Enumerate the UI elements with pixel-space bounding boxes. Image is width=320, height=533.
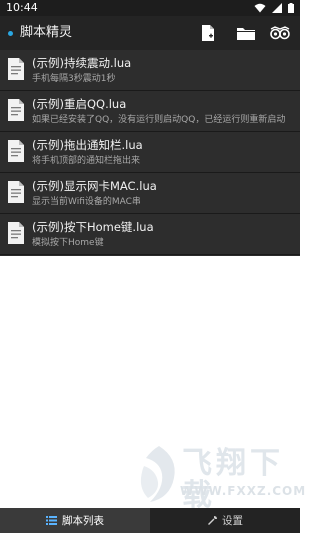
script-title: (示例)按下Home键.lua <box>32 220 154 234</box>
script-description: 手机每隔3秒震动1秒 <box>32 74 116 84</box>
bottom-tab-bar: 脚本列表 设置 <box>0 508 300 533</box>
script-file-icon <box>8 99 24 121</box>
tab-label: 脚本列表 <box>62 515 104 527</box>
script-file-icon <box>8 222 24 244</box>
new-script-button[interactable] <box>198 24 218 42</box>
tab-label: 设置 <box>222 515 243 527</box>
status-bar: 10:44 <box>0 0 300 16</box>
script-description: 显示当前Wifi设备的MAC串 <box>32 197 141 207</box>
watermark-logo: 飞翔下载 WWW.FXXZ.COM <box>138 440 305 513</box>
watermark-url: WWW.FXXZ.COM <box>180 484 307 498</box>
list-item[interactable]: (示例)持续震动.lua 手机每隔3秒震动1秒 <box>0 50 300 91</box>
script-list: (示例)持续震动.lua 手机每隔3秒震动1秒 (示例)重启QQ.lua 如果已… <box>0 50 300 256</box>
list-icon <box>46 516 57 525</box>
script-title: (示例)重启QQ.lua <box>32 97 127 111</box>
signal-icon <box>272 3 282 13</box>
script-title: (示例)拖出通知栏.lua <box>32 138 143 152</box>
script-description: 如果已经安装了QQ，没有运行则启动QQ，已经运行则重新启动 <box>32 115 286 125</box>
app-title: 脚本精灵 <box>20 25 73 40</box>
list-item[interactable]: (示例)显示网卡MAC.lua 显示当前Wifi设备的MAC串 <box>0 173 300 214</box>
record-button[interactable] <box>270 24 290 42</box>
new-file-icon <box>202 25 214 41</box>
list-item[interactable]: (示例)重启QQ.lua 如果已经安装了QQ，没有运行则启动QQ，已经运行则重新… <box>0 91 300 132</box>
status-time: 10:44 <box>6 1 38 14</box>
script-description: 将手机顶部的通知栏拖出来 <box>32 156 141 166</box>
script-file-icon <box>8 58 24 80</box>
watermark-emblem-icon <box>140 446 175 502</box>
status-icons <box>254 3 294 13</box>
list-item[interactable]: (示例)按下Home键.lua 模拟按下Home键 <box>0 214 300 255</box>
wifi-icon <box>254 3 266 13</box>
open-folder-button[interactable] <box>236 24 256 42</box>
script-title: (示例)显示网卡MAC.lua <box>32 179 157 193</box>
list-item[interactable]: (示例)拖出通知栏.lua 将手机顶部的通知栏拖出来 <box>0 132 300 173</box>
wrench-icon <box>208 515 217 525</box>
app-bar: 脚本精灵 <box>0 16 300 50</box>
script-file-icon <box>8 140 24 162</box>
app-indicator-dot <box>8 31 13 36</box>
owl-icon <box>270 26 290 40</box>
tab-settings[interactable]: 设置 <box>150 508 300 533</box>
script-file-icon <box>8 181 24 203</box>
script-description: 模拟按下Home键 <box>32 238 104 248</box>
watermark-text: 飞翔下载 <box>182 446 284 513</box>
script-title: (示例)持续震动.lua <box>32 56 132 70</box>
folder-icon <box>237 28 255 40</box>
tab-script-list[interactable]: 脚本列表 <box>0 508 150 533</box>
battery-icon <box>288 3 294 13</box>
